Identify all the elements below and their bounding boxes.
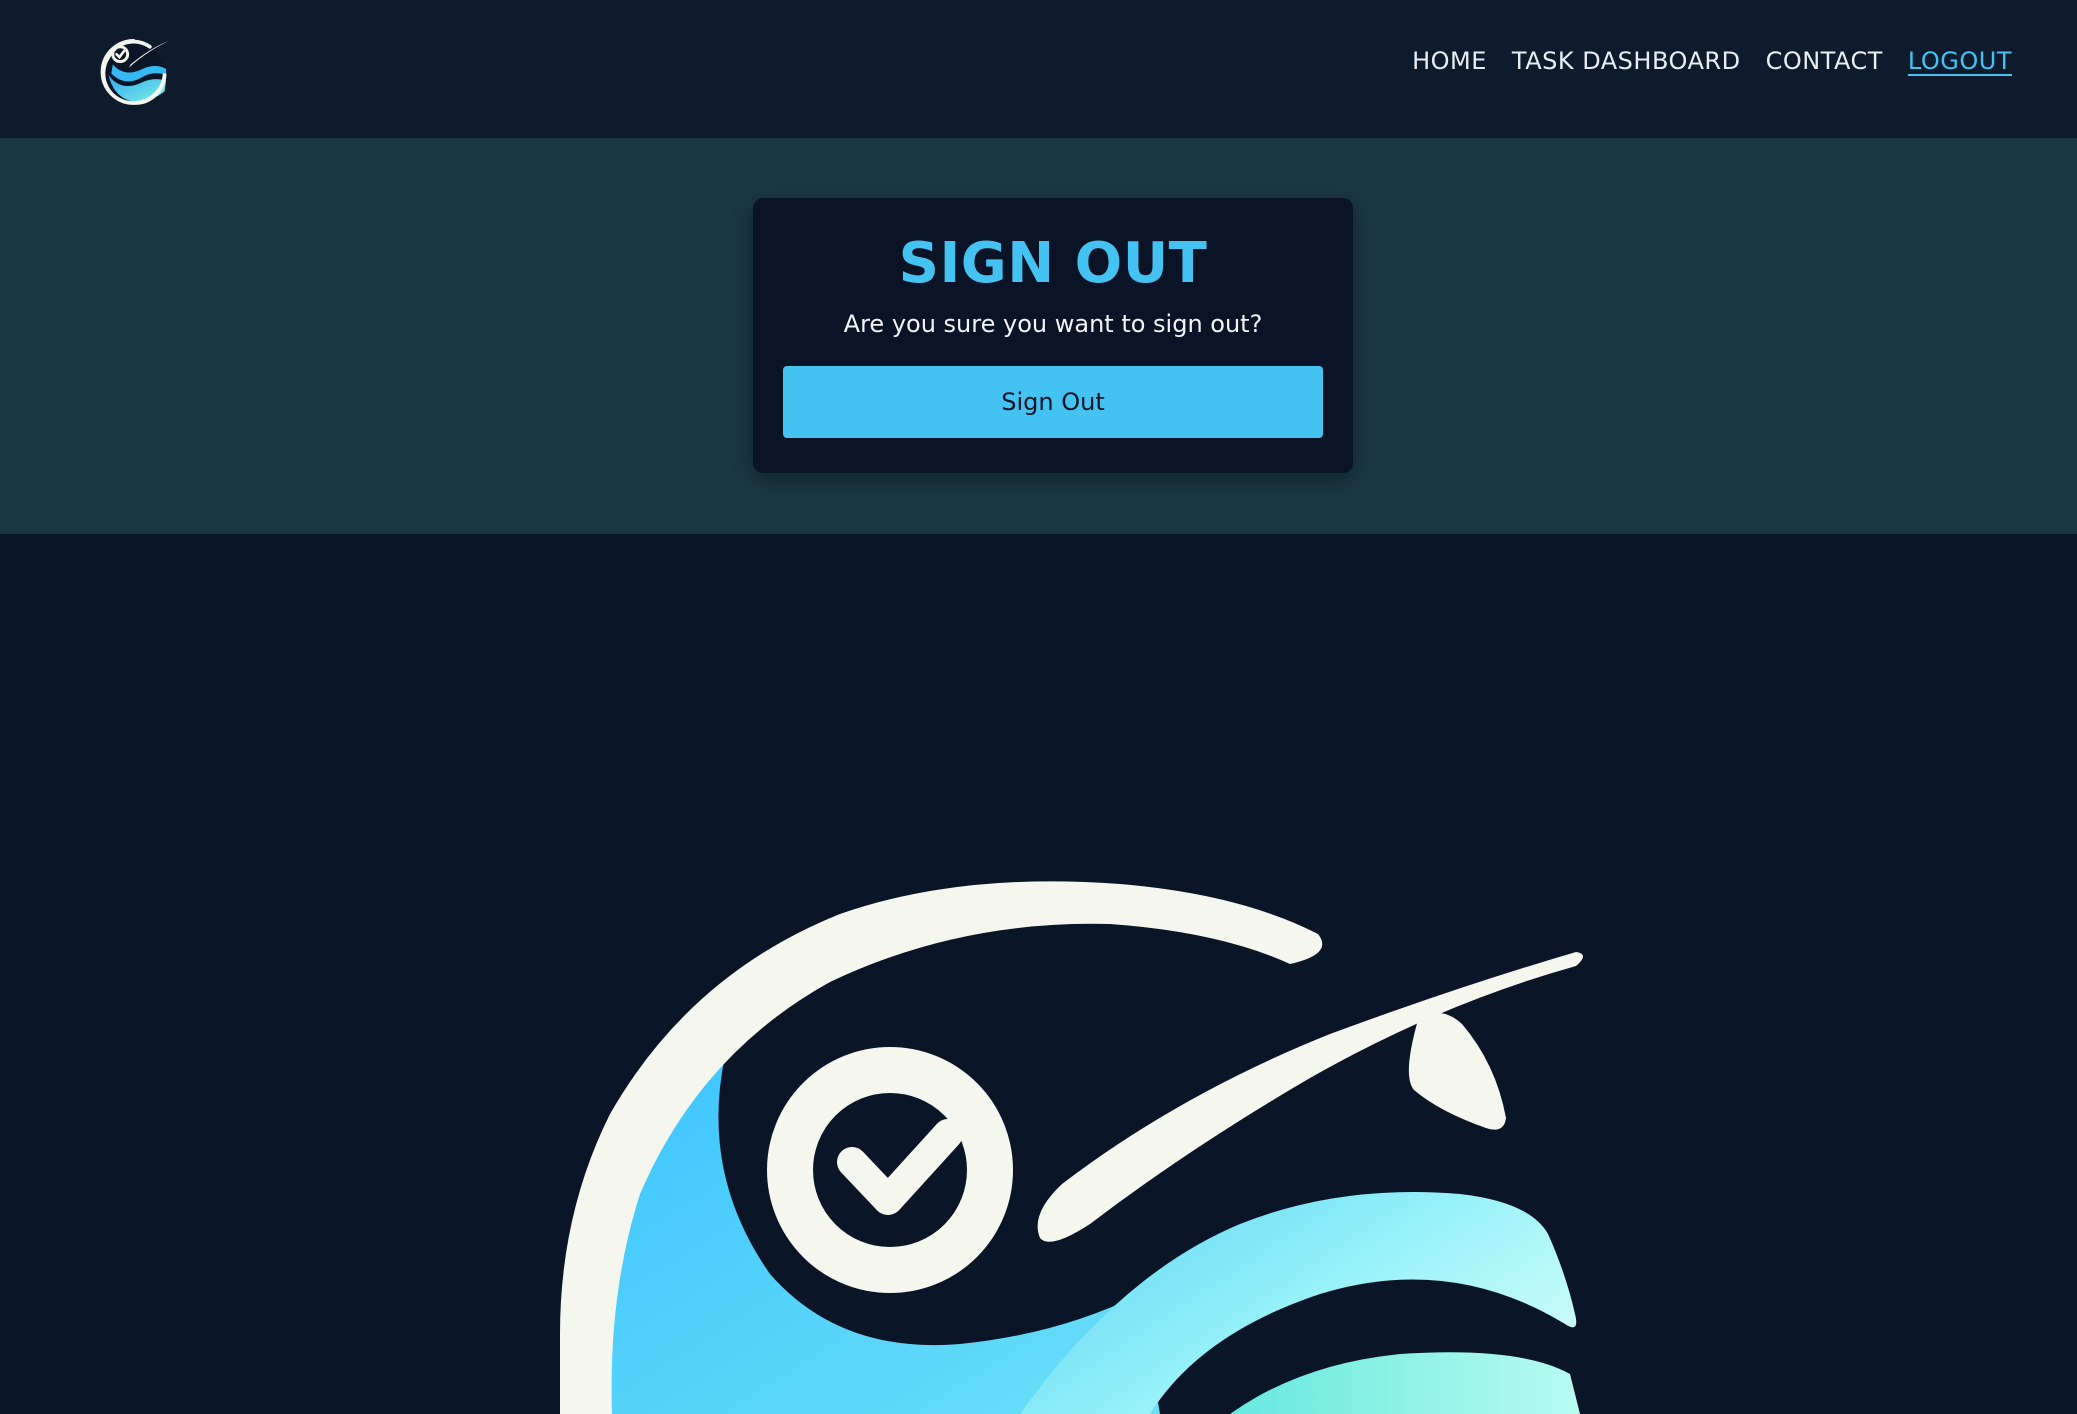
nav-contact-link[interactable]: CONTACT xyxy=(1766,47,1883,75)
signout-message: Are you sure you want to sign out? xyxy=(843,310,1263,338)
hero-check-circle xyxy=(767,1047,1013,1293)
brand-logo-icon[interactable] xyxy=(98,32,172,106)
nav-task-dashboard-link[interactable]: TASK DASHBOARD xyxy=(1512,47,1741,75)
hero-eye xyxy=(1408,1012,1506,1130)
signout-card: SIGN OUT Are you sure you want to sign o… xyxy=(753,198,1353,473)
nav-home-link[interactable]: HOME xyxy=(1412,47,1487,75)
signout-title: SIGN OUT xyxy=(898,231,1208,296)
hero-wave-green xyxy=(1230,1352,1580,1414)
top-navigation-bar: HOME TASK DASHBOARD CONTACT LOGOUT xyxy=(0,0,2077,138)
sign-out-button[interactable]: Sign Out xyxy=(783,366,1323,438)
hero-blade xyxy=(1037,952,1583,1242)
hero-logo-section xyxy=(0,534,2077,1414)
hero-check-mark xyxy=(837,1119,963,1215)
hero-logo-image xyxy=(560,881,1583,1414)
main-nav: HOME TASK DASHBOARD CONTACT LOGOUT xyxy=(1412,47,2012,75)
nav-logout-link[interactable]: LOGOUT xyxy=(1908,47,2012,75)
